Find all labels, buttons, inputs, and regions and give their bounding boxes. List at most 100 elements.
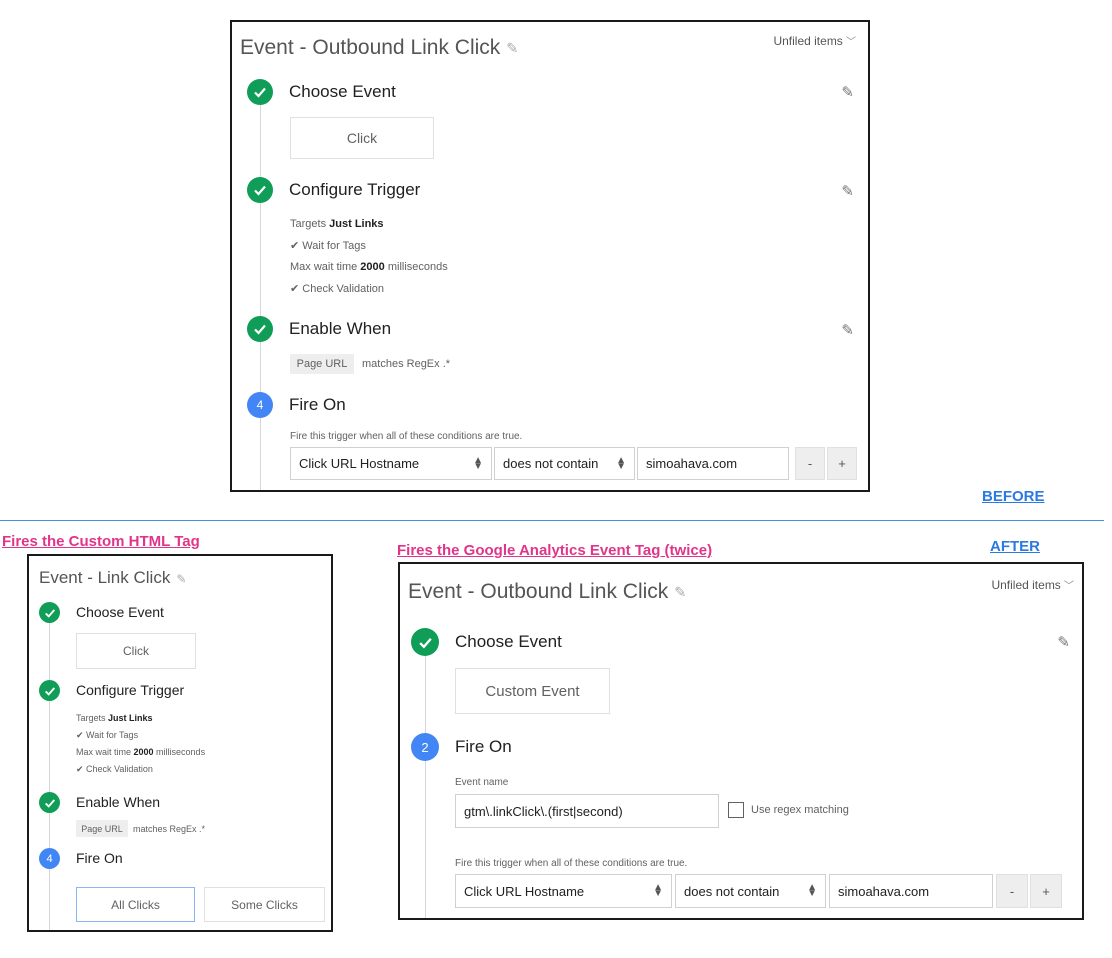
- variable-pill: Page URL: [76, 820, 128, 837]
- targets-line: Targets Just Links: [76, 713, 153, 723]
- operator-select-value: does not contain: [503, 456, 599, 471]
- conditions-hint: Fire this trigger when all of these cond…: [290, 431, 523, 442]
- step-connector-line: [49, 612, 50, 930]
- wait-for-tags-line: ✔ Wait for Tags: [76, 730, 138, 741]
- variable-pill: Page URL: [290, 354, 354, 374]
- wait-for-tags-text: Wait for Tags: [86, 730, 139, 740]
- regex-checkbox[interactable]: [728, 802, 744, 818]
- select-arrows-icon: ▲ ▼: [616, 454, 626, 472]
- step-complete-check-icon: [247, 79, 273, 105]
- targets-value: Just Links: [329, 218, 384, 230]
- remove-condition-button[interactable]: -: [795, 447, 825, 480]
- folder-dropdown[interactable]: Unfiled items ﹀: [991, 577, 1074, 592]
- edit-pencil-icon[interactable]: ✎: [841, 182, 854, 200]
- edit-pencil-icon[interactable]: ✎: [841, 321, 854, 339]
- step-title: Configure Trigger: [76, 682, 185, 698]
- after-link-click-panel: Event - Link Click ✎ Choose Event Click C…: [27, 554, 333, 932]
- event-name-label: Event name: [455, 777, 509, 788]
- max-wait-line: Max wait time 2000 milliseconds: [290, 261, 448, 273]
- regex-checkbox-label: Use regex matching: [751, 804, 849, 816]
- max-wait-line: Max wait time 2000 milliseconds: [76, 747, 205, 757]
- value-input[interactable]: simoahava.com: [637, 447, 789, 480]
- check-validation-text: Check Validation: [302, 283, 385, 295]
- section-divider: [0, 520, 1104, 521]
- add-condition-button[interactable]: +: [1030, 874, 1062, 908]
- variable-select[interactable]: Click URL Hostname ▲ ▼: [455, 874, 672, 908]
- step-title: Choose Event: [76, 604, 164, 620]
- step-title: Enable When: [289, 319, 392, 338]
- checkmark-icon: ✔: [76, 730, 87, 740]
- trigger-title-text: Event - Outbound Link Click: [408, 580, 669, 603]
- check-validation-line: ✔ Check Validation: [76, 764, 153, 775]
- max-wait-suffix: milliseconds: [384, 261, 448, 273]
- step-complete-check-icon: [247, 177, 273, 203]
- trigger-title[interactable]: Event - Outbound Link Click ✎: [408, 580, 687, 604]
- step-title: Choose Event: [289, 82, 396, 101]
- trigger-title[interactable]: Event - Outbound Link Click ✎: [240, 36, 519, 60]
- targets-prefix: Targets: [290, 218, 330, 230]
- event-type-chip[interactable]: Custom Event: [455, 668, 610, 714]
- step-title: Fire On: [289, 395, 346, 414]
- max-wait-prefix: Max wait time: [76, 747, 134, 757]
- step-complete-check-icon: [39, 602, 60, 623]
- trigger-title[interactable]: Event - Link Click ✎: [39, 568, 186, 588]
- step-title: Enable When: [76, 794, 161, 810]
- max-wait-suffix: milliseconds: [153, 747, 206, 757]
- ga-event-caption: Fires the Google Analytics Event Tag (tw…: [397, 542, 713, 559]
- checkmark-icon: ✔: [290, 240, 303, 252]
- step-number-badge: 4: [39, 848, 60, 869]
- checkmark-icon: ✔: [290, 283, 303, 295]
- edit-pencil-icon[interactable]: ✎: [841, 83, 854, 101]
- add-condition-button[interactable]: +: [827, 447, 857, 480]
- trigger-title-text: Event - Link Click: [39, 568, 171, 587]
- edit-pencil-icon[interactable]: ✎: [1057, 633, 1070, 651]
- after-caption: AFTER: [990, 538, 1040, 555]
- step-complete-check-icon: [39, 680, 60, 701]
- step-title: Fire On: [455, 737, 512, 756]
- condition-text: matches RegEx .*: [362, 358, 451, 370]
- step-number-badge: 2: [411, 733, 439, 761]
- targets-line: Targets Just Links: [290, 218, 384, 230]
- title-pencil-icon[interactable]: ✎: [506, 41, 518, 57]
- step-complete-check-icon: [411, 628, 439, 656]
- step-number-badge: 4: [247, 392, 273, 418]
- step-title: Configure Trigger: [289, 180, 421, 199]
- check-validation-line: ✔ Check Validation: [290, 282, 384, 295]
- all-clicks-option[interactable]: All Clicks: [76, 887, 195, 922]
- step-connector-line: [425, 652, 426, 918]
- folder-dropdown[interactable]: Unfiled items ﹀: [773, 33, 856, 48]
- targets-value: Just Links: [108, 713, 153, 723]
- step-complete-check-icon: [247, 316, 273, 342]
- conditions-hint: Fire this trigger when all of these cond…: [455, 858, 688, 869]
- chevron-down-icon: ﹀: [1063, 581, 1074, 592]
- operator-select[interactable]: does not contain ▲ ▼: [675, 874, 826, 908]
- max-wait-value: 2000: [133, 747, 154, 757]
- max-wait-prefix: Max wait time: [290, 261, 361, 273]
- title-pencil-icon[interactable]: ✎: [176, 572, 186, 586]
- folder-dropdown-label: Unfiled items: [773, 34, 843, 48]
- some-clicks-option[interactable]: Some Clicks: [204, 887, 325, 922]
- remove-condition-button[interactable]: -: [996, 874, 1028, 908]
- operator-select[interactable]: does not contain ▲ ▼: [494, 447, 635, 480]
- before-trigger-panel: Event - Outbound Link Click ✎ Unfiled ite…: [230, 20, 870, 492]
- before-caption: BEFORE: [982, 488, 1045, 505]
- event-type-chip[interactable]: Click: [76, 633, 196, 669]
- wait-for-tags-line: ✔ Wait for Tags: [290, 239, 366, 252]
- checkmark-icon: ✔: [76, 764, 87, 774]
- check-validation-text: Check Validation: [86, 764, 153, 774]
- targets-prefix: Targets: [76, 713, 109, 723]
- step-title: Fire On: [76, 850, 123, 866]
- value-input[interactable]: simoahava.com: [829, 874, 993, 908]
- variable-select[interactable]: Click URL Hostname ▲ ▼: [290, 447, 492, 480]
- select-arrows-icon: ▲ ▼: [807, 882, 817, 899]
- condition-text: matches RegEx .*: [133, 824, 206, 834]
- folder-dropdown-label: Unfiled items: [991, 578, 1061, 592]
- variable-select-value: Click URL Hostname: [299, 456, 420, 471]
- operator-select-value: does not contain: [684, 883, 780, 899]
- step-complete-check-icon: [39, 792, 60, 813]
- after-outbound-click-panel: Event - Outbound Link Click ✎ Unfiled ite…: [398, 562, 1084, 920]
- title-pencil-icon[interactable]: ✎: [674, 585, 686, 601]
- event-type-chip[interactable]: Click: [290, 117, 434, 159]
- event-name-input[interactable]: gtm\.linkClick\.(first|second): [455, 794, 719, 828]
- custom-html-caption: Fires the Custom HTML Tag: [2, 533, 200, 550]
